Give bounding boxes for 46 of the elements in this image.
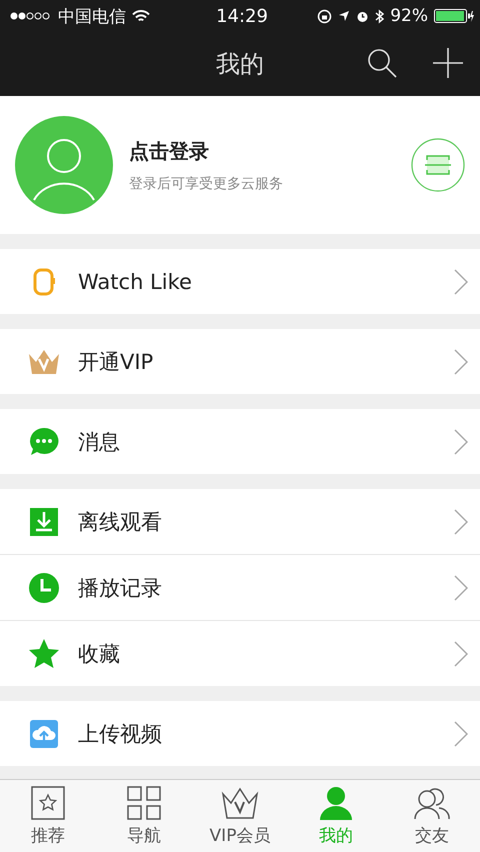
page-title: 我的 (216, 49, 264, 80)
menu-item-label: 上传视频 (78, 720, 163, 748)
menu-item[interactable]: 离线观看 (0, 489, 480, 554)
menu-item[interactable]: 上传视频 (0, 701, 480, 766)
crown-icon (26, 348, 62, 376)
grid-icon (127, 786, 161, 820)
people-icon (413, 786, 451, 820)
menu-item[interactable]: 消息 (0, 409, 480, 474)
menu-item-label: 离线观看 (78, 508, 163, 536)
login-prompt[interactable]: 点击登录 (129, 138, 395, 164)
person-icon (319, 786, 353, 820)
carrier-name: 中国电信 (58, 6, 126, 28)
rotation-lock-icon (317, 8, 332, 24)
menu-item-label: 播放记录 (78, 574, 163, 602)
chevron-icon (454, 508, 468, 534)
chevron-icon (454, 348, 468, 374)
menu-item[interactable]: 开通VIP (0, 329, 480, 394)
search-icon[interactable] (366, 47, 398, 79)
menu-item-label: 开通VIP (78, 348, 154, 376)
chevron-icon (454, 720, 468, 746)
tab-bar-item[interactable]: 导航 (96, 780, 192, 852)
wifi-icon (132, 10, 150, 22)
signal-icon (10, 11, 52, 21)
add-icon[interactable] (433, 48, 463, 78)
chevron-icon (454, 268, 468, 294)
bluetooth-icon (375, 8, 384, 24)
chevron-icon (454, 428, 468, 454)
menu-item[interactable]: 播放记录 (0, 554, 480, 620)
chevron-icon (454, 574, 468, 600)
crown-icon (220, 786, 260, 820)
menu-item-label: Watch Like (78, 270, 193, 294)
alarm-icon (356, 10, 370, 22)
tab-bar-item[interactable]: 交友 (384, 780, 480, 852)
tab-bar-item[interactable]: VIP会员 (192, 780, 288, 852)
chevron-icon (454, 640, 468, 666)
battery-percent: 92% (390, 6, 428, 26)
menu-item[interactable]: Watch Like (0, 249, 480, 314)
menu-item-label: 收藏 (78, 640, 121, 668)
battery-icon (434, 9, 474, 23)
tab-bar-item[interactable]: 推荐 (0, 780, 96, 852)
clock-icon (26, 572, 62, 604)
login-hint: 登录后可享受更多云服务 (129, 174, 284, 192)
menu-item-label: 消息 (78, 428, 121, 456)
menu-item[interactable]: 收藏 (0, 620, 480, 686)
status-time: 14:29 (216, 6, 268, 26)
location-icon (338, 10, 350, 22)
